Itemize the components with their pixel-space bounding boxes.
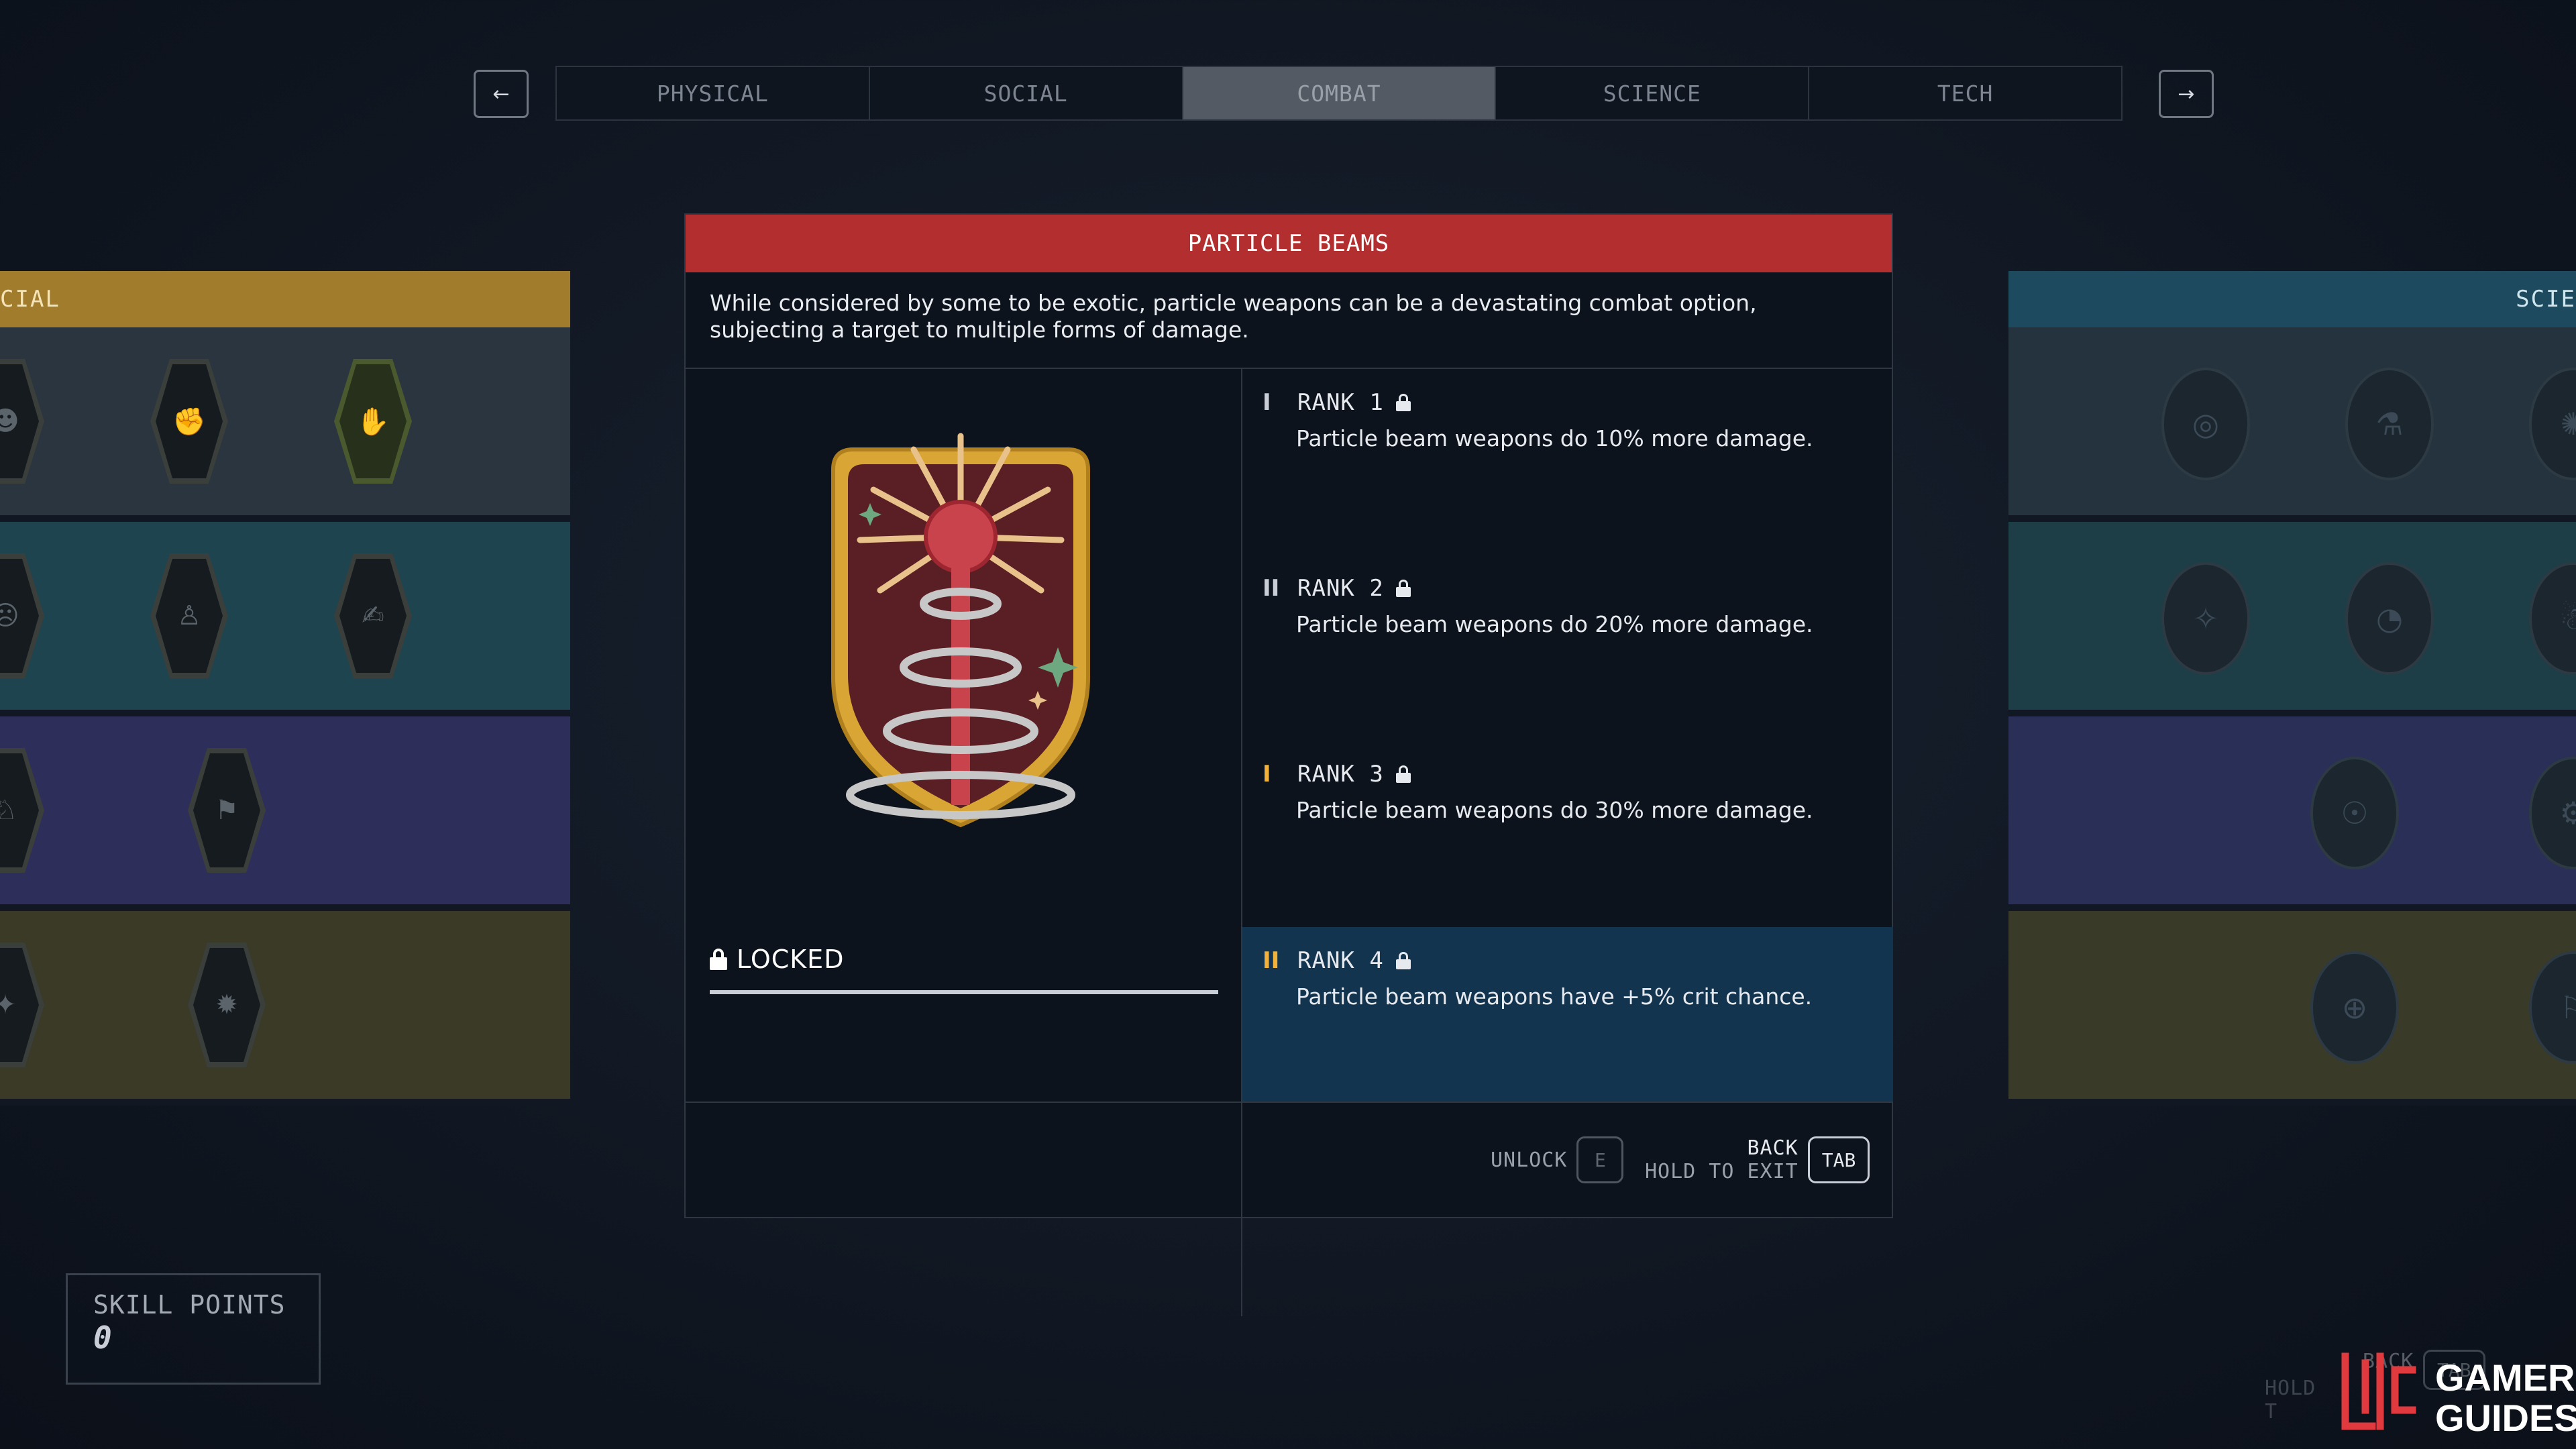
lock-icon [1395,765,1411,783]
rank-description: Particle beam weapons do 20% more damage… [1296,611,1813,637]
skill-points-value: 0 [93,1320,112,1356]
rank-description: Particle beam weapons do 30% more damage… [1296,797,1813,823]
rank-description: Particle beam weapons do 10% more damage… [1296,425,1813,451]
skill-circle-icon[interactable]: ⚙ [2529,757,2576,869]
divider [686,1102,1892,1103]
tab-social[interactable]: SOCIAL [869,67,1183,119]
skill-detail-dialog: PARTICLE BEAMS While considered by some … [684,213,1893,1316]
rank-label: RANK 3 [1297,761,1384,788]
skill-circle-icon[interactable]: ⊕ [2310,951,2399,1064]
rank-4-row[interactable]: II RANK 4 Particle beam weapons have +5%… [1242,927,1893,1102]
prev-category-button[interactable]: ← [474,70,529,118]
left-skill-panel: CIAL ☻ ✊ ✋ ☹ ♙ ✍ ♘ ⚑ ✦ ✹ [0,271,570,1106]
rank-progress-bar [710,990,1218,994]
skill-circle-icon[interactable]: ⚐ [2529,951,2576,1064]
gamer-guides-logo-icon [2341,1352,2416,1430]
rank-3-row[interactable]: I RANK 3 Particle beam weapons do 30% mo… [1242,741,1893,926]
unlock-hint[interactable]: UNLOCK E [1491,1136,1624,1183]
rank-2-row[interactable]: II RANK 2 Particle beam weapons do 20% m… [1242,555,1893,741]
unlock-label: UNLOCK [1491,1148,1568,1172]
back-label: BACK [1747,1136,1799,1160]
left-panel-header: CIAL [0,271,570,327]
lock-icon [1395,952,1411,969]
next-category-button[interactable]: → [2159,70,2214,118]
rank-pips: II [1263,947,1280,974]
right-skill-row-4: ⊕ ⚐ [2008,911,2576,1106]
skill-points-label: SKILL POINTS [93,1290,286,1320]
right-skill-row-1: ◎ ⚗ ✺ [2008,327,2576,522]
skill-circle-icon[interactable]: ◎ [2161,368,2250,480]
tab-science[interactable]: SCIENCE [1496,67,1810,119]
skill-hex-icon[interactable]: ✦ [0,943,44,1067]
lock-icon [1395,580,1411,597]
skill-hex-icon[interactable]: ✹ [188,943,266,1067]
right-skill-row-3: ☉ ⚙ [2008,716,2576,911]
left-skill-row-1: ☻ ✊ ✋ [0,327,570,522]
skill-title: PARTICLE BEAMS [686,215,1892,272]
skill-points-panel: SKILL POINTS 0 [66,1273,321,1385]
rank-label: RANK 2 [1297,575,1384,602]
lock-icon [1395,394,1411,411]
tab-tech[interactable]: TECH [1809,67,2121,119]
skill-circle-icon[interactable]: ☃ [2529,562,2576,675]
skill-hex-icon[interactable]: ⚑ [188,748,266,873]
unlock-key-e[interactable]: E [1576,1136,1624,1183]
skill-hex-icon[interactable]: ♙ [150,553,228,678]
rank-pips: II [1263,575,1280,602]
left-skill-row-4: ✦ ✹ [0,911,570,1106]
category-tabs: PHYSICAL SOCIAL COMBAT SCIENCE TECH [555,66,2123,121]
skill-hex-icon[interactable]: ✍ [334,553,412,678]
skill-circle-icon[interactable]: ☉ [2310,757,2399,869]
watermark-text: GAMER GUIDES [2435,1356,2576,1439]
lock-icon [710,949,727,970]
lock-status: LOCKED [710,945,844,974]
back-hint[interactable]: BACK HOLD TO EXIT TAB [1645,1136,1870,1183]
skill-hex-icon[interactable]: ✊ [150,359,228,484]
skill-description: While considered by some to be exotic, p… [710,290,1757,343]
rank-pips: I [1263,389,1271,416]
rank-1-row[interactable]: I RANK 1 Particle beam weapons do 10% mo… [1242,369,1893,555]
particle-beams-badge-icon [831,433,1090,828]
skill-hex-icon[interactable]: ✋ [334,359,412,484]
rank-label: RANK 4 [1297,947,1384,974]
rank-label: RANK 1 [1297,389,1384,416]
hold-to-exit-label: HOLD TO EXIT [1645,1160,1799,1183]
left-skill-row-2: ☹ ♙ ✍ [0,522,570,716]
skill-hex-icon[interactable]: ☹ [0,553,44,678]
skill-circle-icon[interactable]: ✺ [2529,368,2576,480]
right-panel-header: SCIE [2008,271,2576,327]
skill-circle-icon[interactable]: ⚗ [2345,368,2434,480]
skill-hex-icon[interactable]: ☻ [0,359,44,484]
lock-status-label: LOCKED [737,945,845,974]
skill-hex-icon[interactable]: ♘ [0,748,44,873]
left-skill-row-3: ♘ ⚑ [0,716,570,911]
tab-physical[interactable]: PHYSICAL [557,67,870,119]
arrow-left-icon: ← [492,82,510,106]
skill-circle-icon[interactable]: ✧ [2161,562,2250,675]
rank-description: Particle beam weapons have +5% crit chan… [1296,983,1813,1010]
back-key-tab[interactable]: TAB [1807,1136,1870,1183]
tab-combat[interactable]: COMBAT [1183,67,1497,119]
right-skill-row-2: ✧ ◔ ☃ [2008,522,2576,716]
skill-circle-icon[interactable]: ◔ [2345,562,2434,675]
rank-pips: I [1263,761,1271,788]
right-skill-panel: SCIE ◎ ⚗ ✺ ✧ ◔ ☃ ☉ ⚙ ⊕ ⚐ [2008,271,2576,1106]
arrow-right-icon: → [2178,82,2195,106]
